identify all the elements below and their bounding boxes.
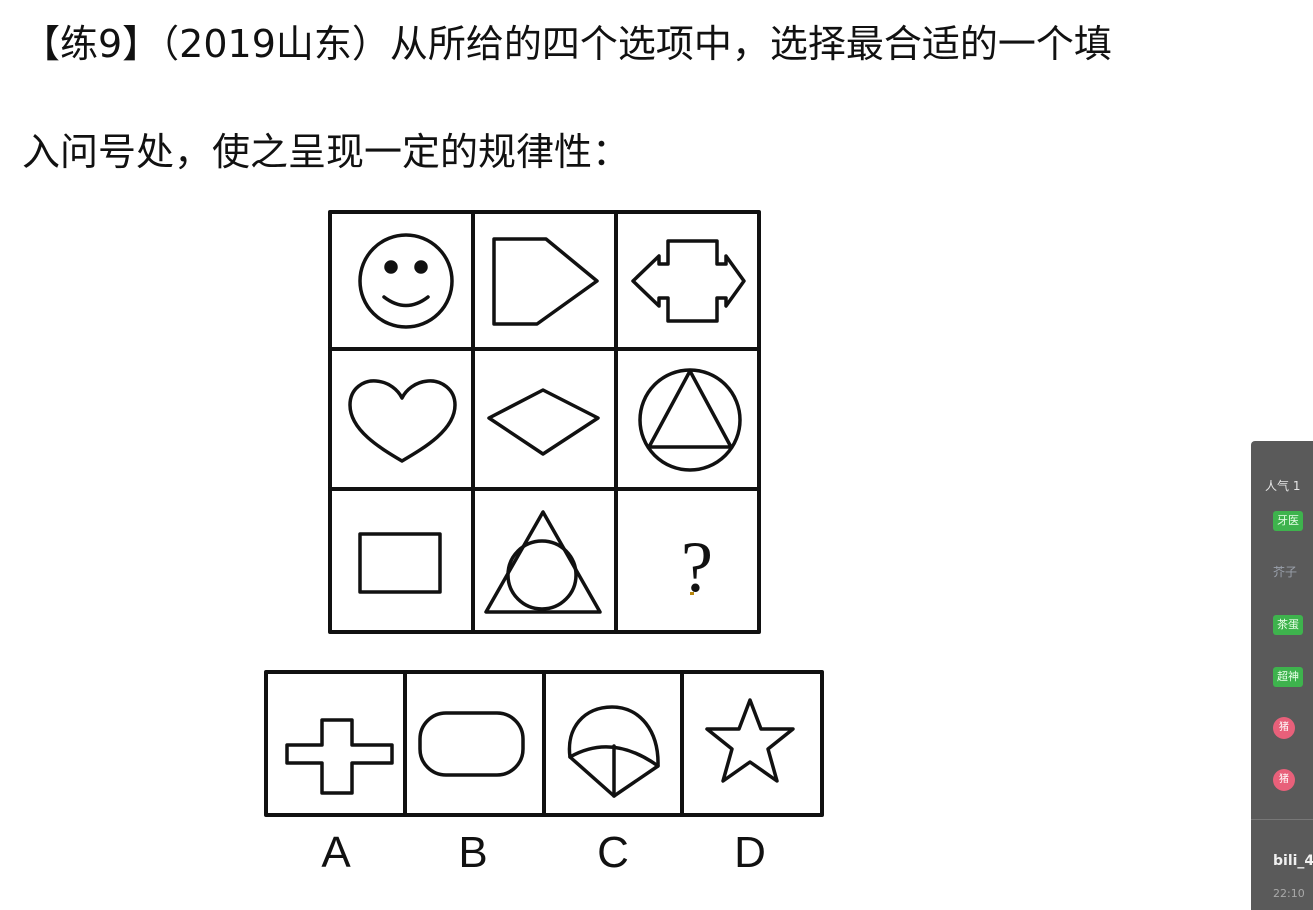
- option-label-a[interactable]: A: [306, 828, 366, 878]
- chat-medal-tag: 牙医: [1273, 511, 1303, 531]
- chat-user-badge: 猪: [1273, 717, 1295, 739]
- chat-timestamp: 22:10: [1273, 887, 1305, 900]
- option-label-b[interactable]: B: [443, 828, 503, 878]
- smiley-face-icon: [358, 233, 454, 329]
- option-label-d[interactable]: D: [720, 828, 780, 878]
- chat-user-badge: 猪: [1273, 769, 1295, 791]
- puzzle-figure: ?: [264, 210, 824, 817]
- question-mark: ?: [681, 527, 713, 607]
- double-arrow-cross-icon: [631, 239, 746, 323]
- pentagon-arrow-icon: [492, 237, 599, 326]
- option-label-c[interactable]: C: [583, 828, 643, 878]
- chat-medal-tag: 超神: [1273, 667, 1303, 687]
- question-mark-dot-accent: [690, 592, 694, 595]
- circle-in-triangle-icon: [484, 510, 602, 614]
- dome-segment-icon[interactable]: [567, 705, 660, 798]
- live-chat-panel[interactable]: 人气 1 牙医 芥子 茶蛋 超神 猪 猪 bili_4 22:10: [1251, 441, 1313, 910]
- chat-header: 人气 1: [1265, 479, 1301, 493]
- chat-message: 芥子: [1273, 565, 1298, 579]
- chat-divider: [1251, 819, 1313, 820]
- heart-icon: [348, 379, 457, 463]
- chat-username[interactable]: bili_4: [1273, 853, 1313, 869]
- chat-medal-tag: 茶蛋: [1273, 615, 1303, 635]
- cross-icon[interactable]: [285, 718, 394, 795]
- rhombus-icon: [487, 388, 600, 456]
- triangle-in-circle-icon: [638, 368, 742, 472]
- rounded-rect-icon[interactable]: [418, 711, 525, 777]
- rectangle-icon: [358, 532, 442, 594]
- star-icon[interactable]: [705, 698, 795, 783]
